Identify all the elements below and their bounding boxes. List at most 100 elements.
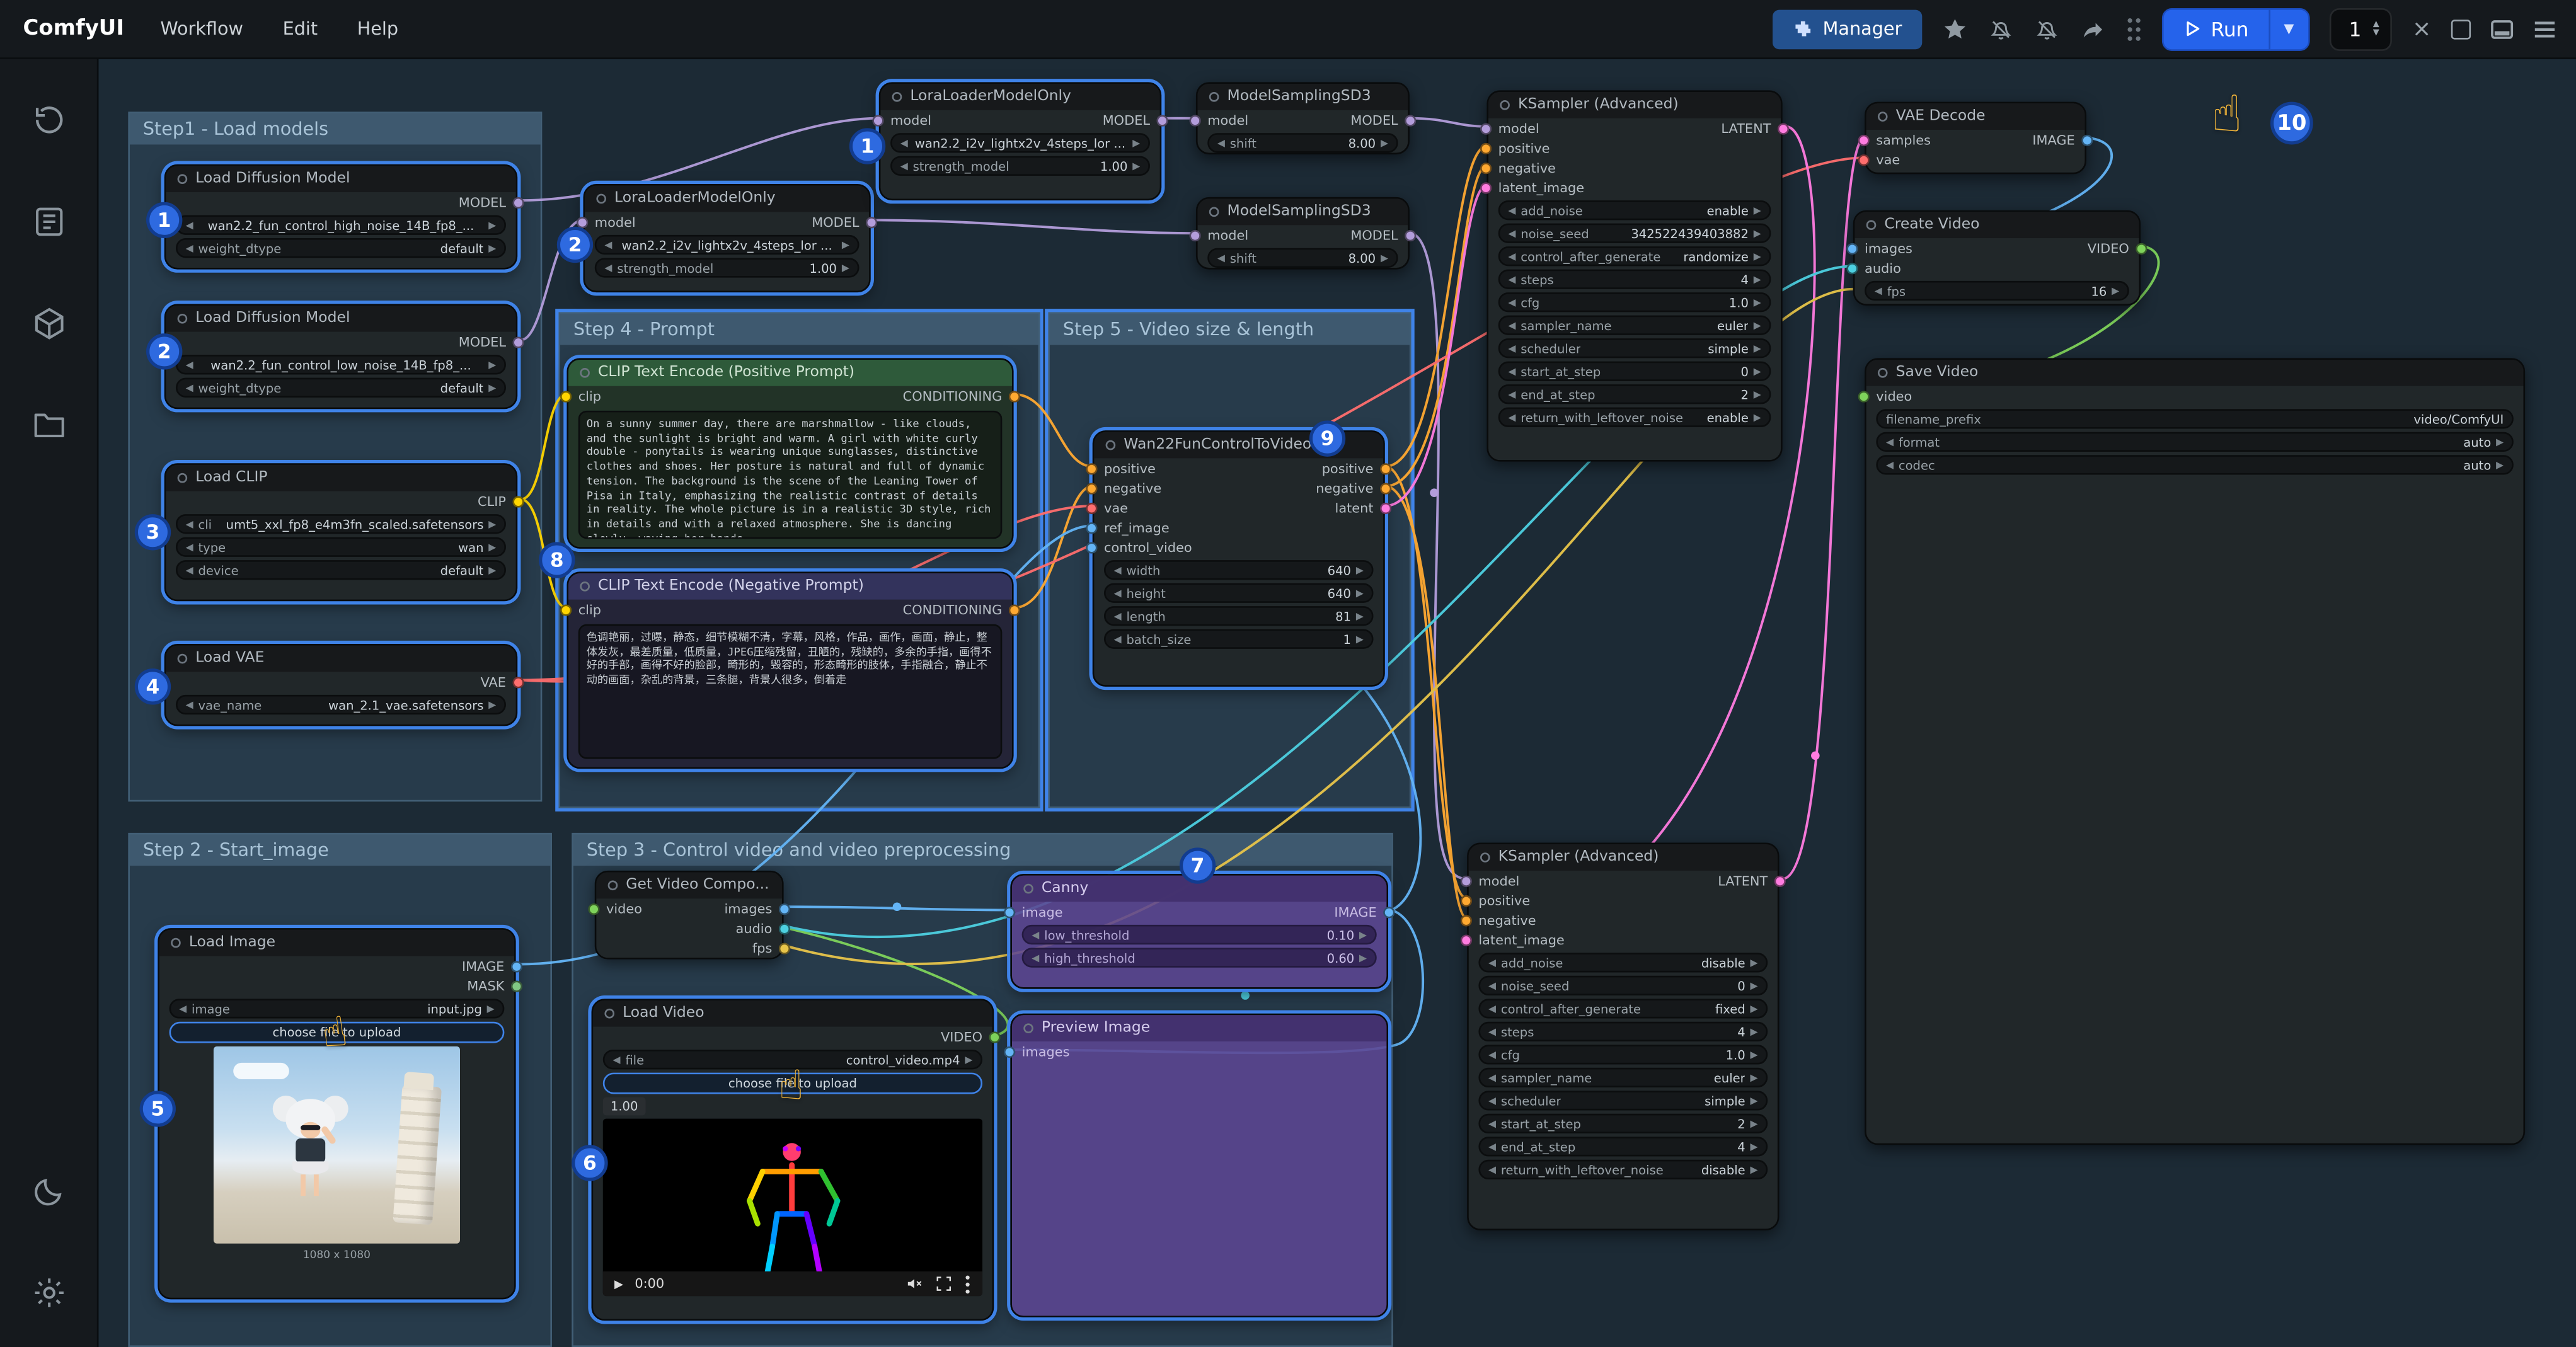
widget-batch-size[interactable]: ◀batch_size1▶ [1104,629,1374,649]
node-create-video[interactable]: Create Video imagesVIDEO audio ◀fps16▶ [1853,210,2141,306]
inc-icon[interactable]: ▶ [2496,436,2504,447]
node-clip-text-encode-positive[interactable]: CLIP Text Encode (Positive Prompt) clipC… [566,358,1013,548]
port-dot-clip[interactable] [560,390,572,401]
input-control-video[interactable]: control_video [1104,539,1192,554]
inc-icon[interactable]: ▶ [1754,273,1761,285]
port-dot-video[interactable] [1858,390,1870,401]
output-model[interactable]: MODEL [1103,113,1150,127]
port-dot-image[interactable] [1086,541,1097,553]
widget-steps[interactable]: ◀steps4▶ [1478,1022,1768,1041]
inc-icon[interactable]: ▶ [965,1054,972,1065]
kebab-menu-icon[interactable] [964,1274,970,1293]
output-image[interactable]: IMAGE [462,958,504,973]
input-model[interactable]: model [1207,227,1248,242]
widget-weight-dtype[interactable]: ◀weight_dtypedefault▶ [176,238,506,258]
inc-icon[interactable]: ▶ [1751,1003,1758,1014]
group-title[interactable]: Step 4 - Prompt [560,314,1038,345]
input-image[interactable]: image [1022,904,1063,919]
bell-slash-icon[interactable] [2033,16,2060,42]
dec-icon[interactable]: ◀ [1217,252,1225,263]
widget-scheduler[interactable]: ◀schedulersimple▶ [1478,1091,1768,1110]
widget-end-at-step[interactable]: ◀end_at_step2▶ [1498,384,1771,404]
dec-icon[interactable]: ◀ [1114,565,1122,576]
widget-noise-seed[interactable]: ◀noise_seed342522439403882▶ [1498,224,1771,243]
node-model-sampling-1[interactable]: ModelSamplingSD3 modelMODEL ◀shift8.00▶ [1196,82,1410,154]
dec-icon[interactable]: ◀ [1508,251,1515,262]
port-dot-audio[interactable] [1846,262,1858,273]
play-icon[interactable]: ▶ [614,1277,623,1290]
widget-filename-prefix[interactable]: filename_prefixvideo/ComfyUI [1876,409,2514,428]
input-clip[interactable]: clip [578,602,601,617]
input-images[interactable]: images [1865,241,1912,255]
node-titlebar[interactable]: LoraLoaderModelOnly [880,84,1159,110]
drag-handle-icon[interactable] [2125,16,2142,42]
input-negative[interactable]: negative [1498,160,1556,175]
input-positive[interactable]: positive [1478,893,1530,907]
dec-icon[interactable]: ◀ [1114,633,1122,645]
port-dot-video[interactable] [588,903,599,914]
inc-icon[interactable]: ▶ [1754,365,1761,377]
run-options-chevron-icon[interactable]: ▼ [2268,9,2308,49]
node-titlebar[interactable]: Load Video [593,1000,992,1027]
bell-slash-icon[interactable] [1987,16,2014,42]
output-model[interactable]: MODEL [459,195,506,209]
inc-icon[interactable]: ▶ [488,243,496,254]
widget-return-leftover-noise[interactable]: ◀return_with_leftover_noisedisable▶ [1478,1160,1768,1179]
video-controls[interactable]: ▶ 0:00 [603,1271,982,1296]
port-dot-image[interactable] [1004,1046,1015,1057]
group-title[interactable]: Step 3 - Control video and video preproc… [573,835,1391,866]
input-model[interactable]: model [1498,121,1539,135]
inc-icon[interactable]: ▶ [1751,957,1758,968]
inc-icon[interactable]: ▶ [1356,633,1364,645]
widget-width[interactable]: ◀width640▶ [1104,560,1374,580]
log-icon[interactable] [30,203,66,246]
port-dot-clip[interactable] [560,604,572,615]
dec-icon[interactable]: ◀ [186,243,193,254]
dec-icon[interactable]: ◀ [1508,273,1515,285]
inc-icon[interactable]: ▶ [1359,929,1367,940]
settings-gear-icon[interactable] [30,1275,66,1317]
inc-icon[interactable]: ▶ [1356,610,1364,622]
port-dot-vae[interactable] [1858,154,1870,165]
node-canny-bypassed[interactable]: Canny imageIMAGE ◀low_threshold0.10▶ ◀hi… [1010,874,1388,989]
inc-icon[interactable]: ▶ [1754,251,1761,262]
widget-format[interactable]: ◀formatauto▶ [1876,432,2514,452]
node-titlebar[interactable]: KSampler (Advanced) [1488,92,1781,118]
output-fps[interactable]: fps [752,941,772,955]
dec-icon[interactable]: ◀ [1508,227,1515,239]
node-clip-text-encode-negative[interactable]: CLIP Text Encode (Negative Prompt) clipC… [566,571,1013,769]
dec-icon[interactable]: ◀ [604,262,612,273]
output-model[interactable]: MODEL [1350,227,1398,242]
node-load-vae[interactable]: Load VAE VAE ◀vae_namewan_2.1_vae.safete… [164,644,518,726]
node-titlebar[interactable]: Preview Image [1012,1015,1386,1041]
input-video[interactable]: video [606,901,642,915]
dec-icon[interactable]: ◀ [1488,1003,1496,1014]
inc-icon[interactable]: ▶ [1754,205,1761,216]
inc-icon[interactable]: ▶ [488,359,496,370]
widget-device[interactable]: ◀devicedefault▶ [176,560,506,580]
output-clip[interactable]: CLIP [478,493,506,508]
input-latent-image[interactable]: latent_image [1498,180,1584,194]
inc-icon[interactable]: ▶ [1754,389,1761,400]
widget-low-threshold[interactable]: ◀low_threshold0.10▶ [1022,925,1377,944]
dec-icon[interactable]: ◀ [1488,1164,1496,1175]
node-titlebar[interactable]: CLIP Text Encode (Positive Prompt) [568,360,1012,386]
dec-icon[interactable]: ◀ [1488,1141,1496,1152]
inc-icon[interactable]: ▶ [1359,952,1367,963]
widget-return-leftover-noise[interactable]: ◀return_with_leftover_noiseenable▶ [1498,408,1771,427]
widget-sampler-name[interactable]: ◀sampler_nameeuler▶ [1498,316,1771,335]
node-get-video-components[interactable]: Get Video Compo... videoimages audio fps [595,871,784,960]
collapse-dot[interactable] [1209,92,1219,102]
dec-icon[interactable]: ◀ [1875,285,1882,296]
inc-icon[interactable]: ▶ [1754,319,1761,331]
dec-icon[interactable]: ◀ [186,565,193,576]
collapse-dot[interactable] [1106,440,1116,450]
node-titlebar[interactable]: Load CLIP [166,465,515,491]
node-titlebar[interactable]: KSampler (Advanced) [1469,844,1778,871]
menu-help[interactable]: Help [357,18,398,40]
collapse-dot[interactable] [178,654,188,664]
widget-fps[interactable]: ◀fps16▶ [1865,281,2129,301]
dec-icon[interactable]: ◀ [186,699,193,710]
dec-icon[interactable]: ◀ [1032,929,1039,940]
node-save-video[interactable]: Save Video video filename_prefixvideo/Co… [1865,358,2525,1145]
